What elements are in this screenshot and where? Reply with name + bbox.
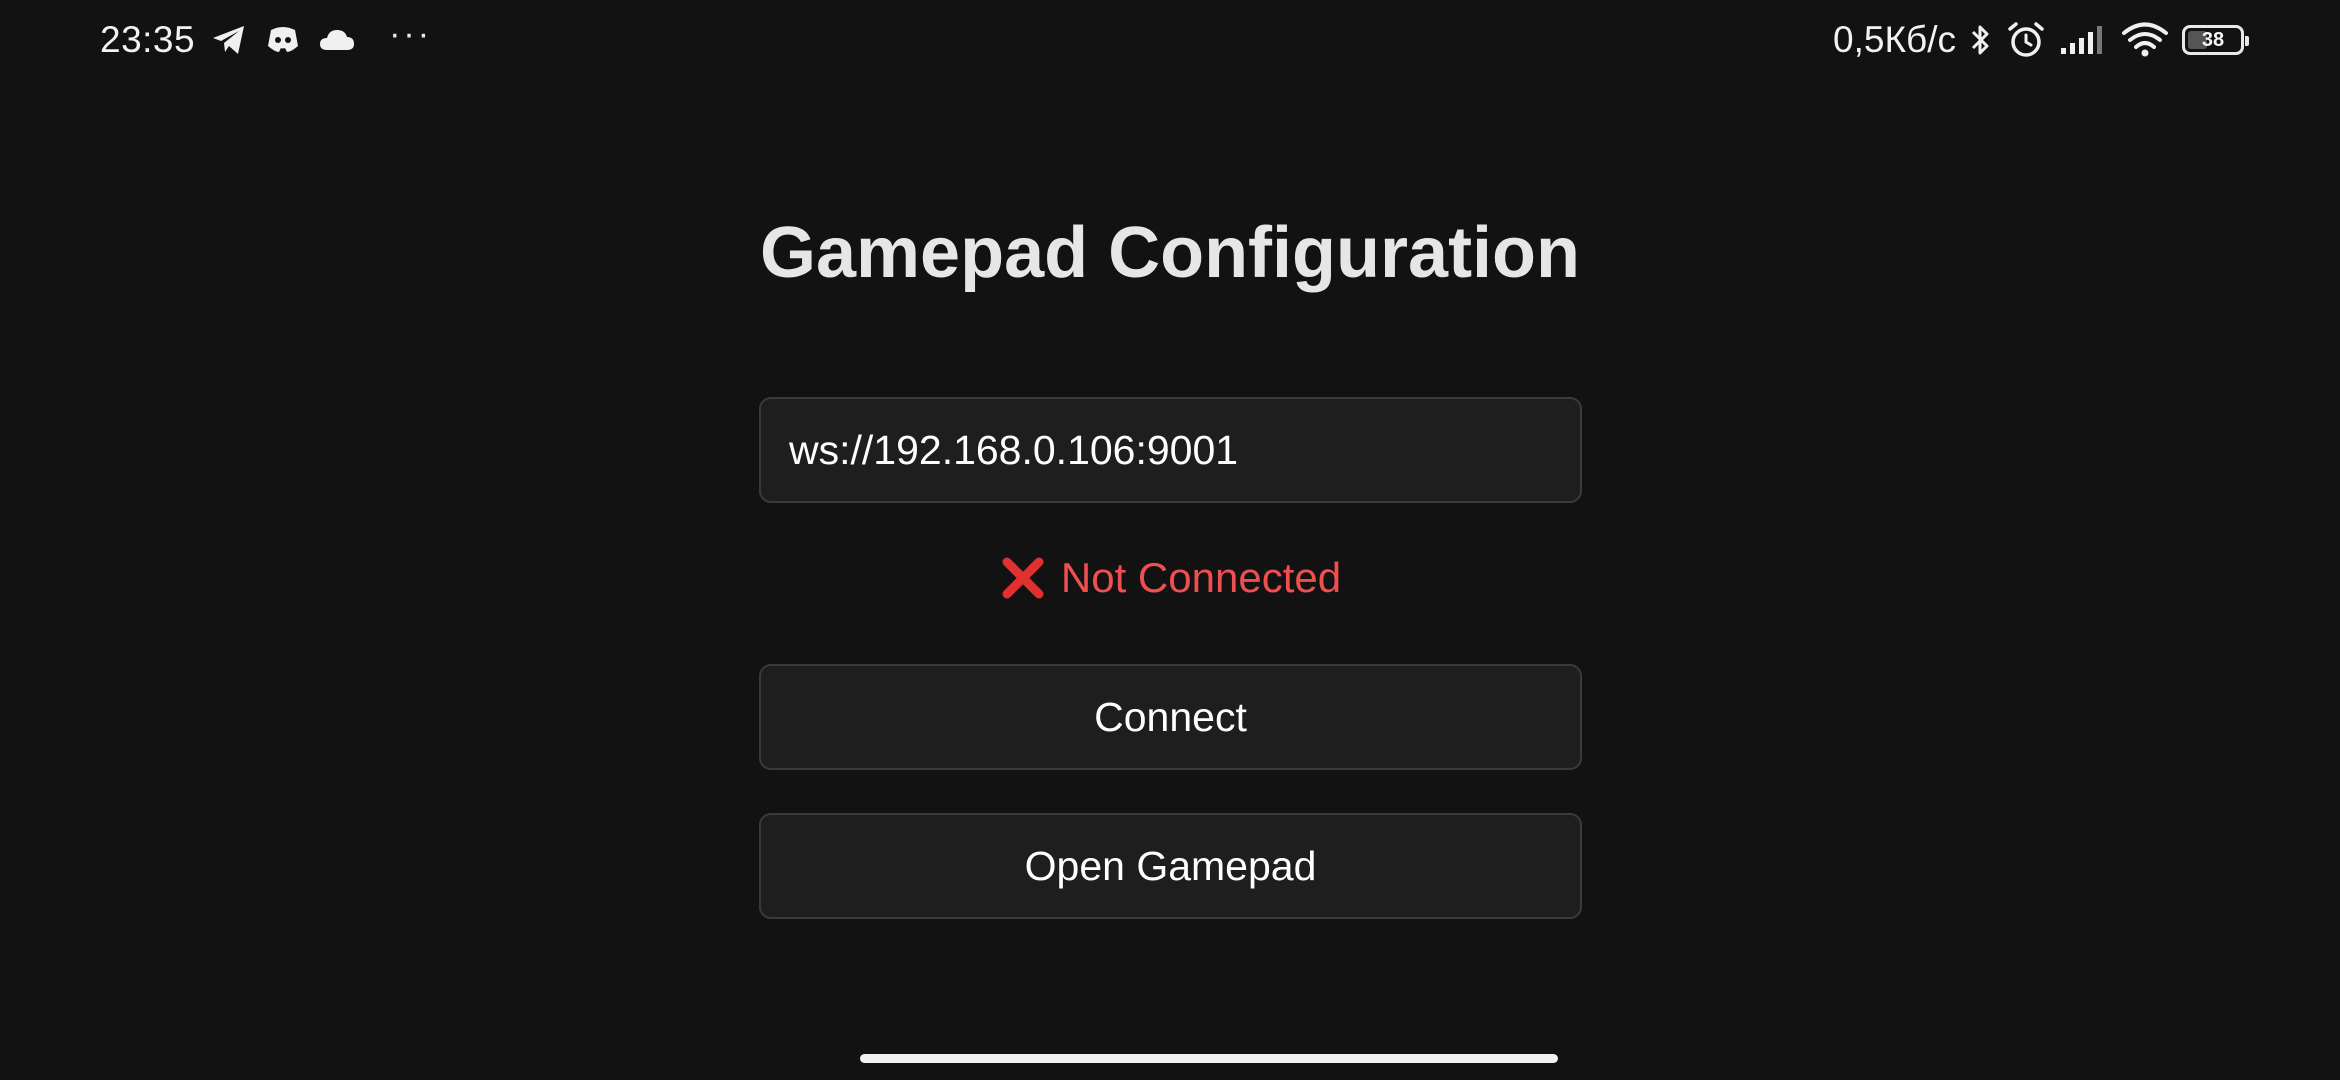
status-bar-left: 23:35 ··· <box>100 16 432 64</box>
battery-icon: 38 <box>2182 25 2249 55</box>
page-title: Gamepad Configuration <box>759 213 1581 293</box>
status-bar-right: 0,5Кб/с 38 <box>1833 16 2249 64</box>
battery-percent: 38 <box>2201 28 2225 51</box>
clock: 23:35 <box>100 19 196 60</box>
cloud-icon <box>317 20 357 60</box>
cross-mark-icon <box>999 554 1047 602</box>
home-indicator[interactable] <box>860 1054 1558 1063</box>
connection-status: Not Connected <box>0 554 2340 602</box>
telegram-icon <box>209 20 249 60</box>
discord-icon <box>263 20 303 60</box>
wifi-icon <box>2120 20 2170 60</box>
more-notifications-icon: ··· <box>389 15 433 53</box>
connect-button[interactable]: Connect <box>759 664 1582 770</box>
bluetooth-icon <box>1968 20 1994 60</box>
open-gamepad-button[interactable]: Open Gamepad <box>759 813 1582 919</box>
status-bar: 23:35 ··· 0,5Кб/с 38 <box>0 0 2340 80</box>
screen: 23:35 ··· 0,5Кб/с 38 Gamepad Configurati… <box>0 0 2340 1080</box>
signal-icon <box>2058 20 2108 60</box>
network-speed: 0,5Кб/с <box>1833 19 1956 60</box>
alarm-icon <box>2006 20 2046 60</box>
websocket-url-input[interactable] <box>759 397 1582 503</box>
connection-status-text: Not Connected <box>1060 554 1342 601</box>
